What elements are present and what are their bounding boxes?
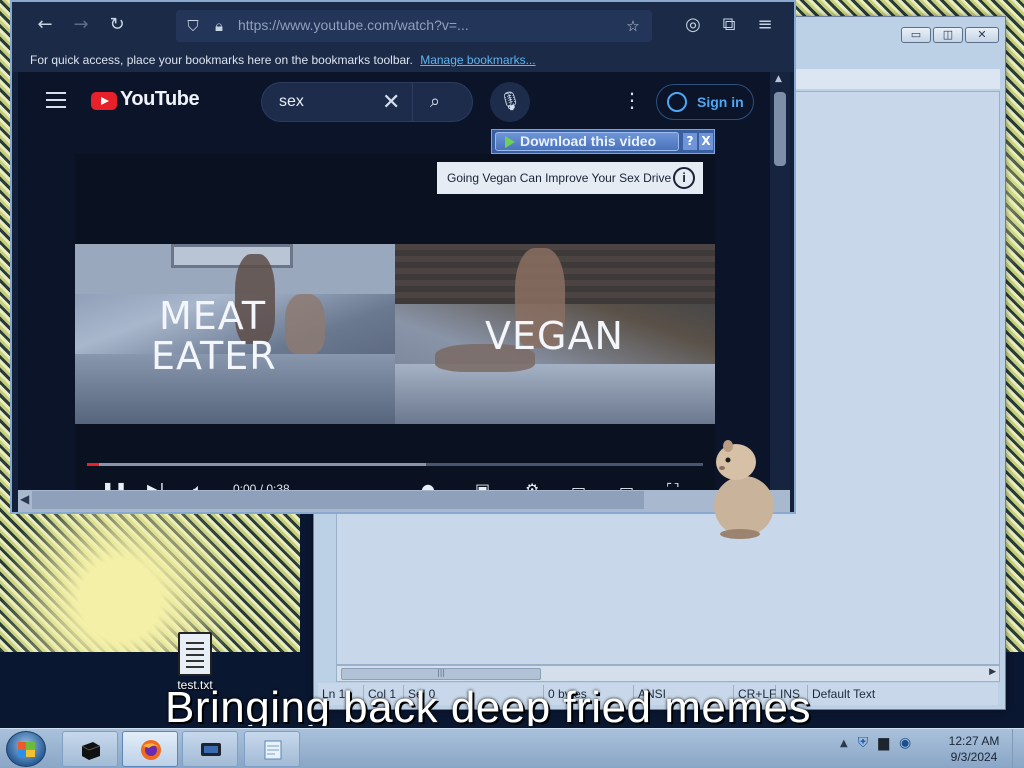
close-button[interactable]: ✕ xyxy=(965,27,999,43)
download-close-button[interactable]: X xyxy=(699,133,713,150)
picture-frame xyxy=(171,244,293,268)
text-file-icon xyxy=(178,632,212,676)
horizontal-scroll-thumb[interactable] xyxy=(32,491,644,509)
firefox-window[interactable]: ← → ↻ ⛉ 🔒︎ https://www.youtube.com/watch… xyxy=(10,0,796,514)
search-divider xyxy=(412,83,413,121)
ad-info-icon[interactable]: i xyxy=(673,167,695,189)
vertical-scroll-thumb[interactable] xyxy=(774,92,786,166)
lock-icon[interactable]: 🔒︎ xyxy=(208,15,230,37)
forward-arrow-icon[interactable]: → xyxy=(70,14,92,36)
youtube-logo-icon[interactable] xyxy=(91,92,117,110)
taskbar-item-notepad[interactable] xyxy=(244,731,300,767)
figure-left-b xyxy=(285,294,325,354)
caption-vegan: VEGAN xyxy=(485,314,624,358)
bed-right xyxy=(395,364,715,424)
system-tray: ▲ ⛨ ▆ ◉ xyxy=(840,735,911,751)
yt-search-input[interactable]: sex xyxy=(279,93,304,111)
taskbar-item-monitor[interactable] xyxy=(182,731,238,767)
status-style: Default Text xyxy=(812,687,876,701)
youtube-page: YouTube sex ✕ ⌕ 🎙︎ ⋮ Sign in Download th… xyxy=(18,72,774,490)
browser-toolbar: ← → ↻ ⛉ 🔒︎ https://www.youtube.com/watch… xyxy=(12,2,794,48)
show-desktop-button[interactable] xyxy=(1012,729,1024,768)
reload-icon[interactable]: ↻ xyxy=(106,14,128,36)
yt-hamburger-menu-icon[interactable] xyxy=(46,92,66,108)
start-button[interactable] xyxy=(6,731,46,767)
scroll-right-arrow-icon[interactable]: ▶ xyxy=(989,667,996,677)
theater-mode-icon[interactable]: ▭ xyxy=(619,480,634,490)
monitor-app-icon xyxy=(201,743,221,756)
notepad-horizontal-scrollbar[interactable]: ||| ▶ xyxy=(336,665,1000,682)
ad-banner[interactable]: Going Vegan Can Improve Your Sex Drive i xyxy=(437,162,703,194)
browser-vertical-scrollbar[interactable]: ▲ xyxy=(770,72,790,490)
clock-date: 9/3/2024 xyxy=(950,750,998,764)
account-icon xyxy=(667,92,687,112)
more-options-icon[interactable]: ⋮ xyxy=(622,88,642,112)
player-controls: ❚❚ ▶| 🔈︎ 0:00 / 0:38 ● ▣ ⚙ ▭ ▭ ⛶ xyxy=(75,474,715,490)
browser-horizontal-scrollbar[interactable]: ◀ xyxy=(18,490,790,512)
video-progress-bar[interactable] xyxy=(87,463,703,466)
extensions-icon[interactable]: ⧉ xyxy=(718,14,740,36)
hamburger-menu-icon[interactable]: ≡ xyxy=(754,14,776,36)
firefox-icon xyxy=(141,740,161,760)
meme-caption: Bringing back deep fried memes xyxy=(165,683,811,726)
miniplayer-icon[interactable]: ▭ xyxy=(571,480,586,490)
settings-gear-icon[interactable]: ⚙ xyxy=(525,480,539,490)
pocket-icon[interactable]: ◎ xyxy=(682,14,704,36)
bookmark-star-icon[interactable]: ☆ xyxy=(622,15,644,37)
sign-in-label: Sign in xyxy=(697,94,744,110)
volume-tray-icon[interactable]: ◉ xyxy=(899,735,911,751)
bookmarks-toolbar: For quick access, place your bookmarks h… xyxy=(12,48,794,72)
black-box-app-icon xyxy=(81,742,101,760)
search-icon[interactable]: ⌕ xyxy=(430,91,440,112)
progress-played xyxy=(87,463,100,466)
back-arrow-icon[interactable]: ← xyxy=(34,14,56,36)
download-video-button[interactable]: Download this video xyxy=(495,132,679,151)
manage-bookmarks-link[interactable]: Manage bookmarks... xyxy=(420,53,535,67)
video-time: 0:00 / 0:38 xyxy=(233,482,290,490)
taskbar: ▲ ⛨ ▆ ◉ 12:27 AM 9/3/2024 xyxy=(0,728,1024,768)
taskbar-item-app[interactable] xyxy=(62,731,118,767)
notepad-app-icon xyxy=(264,740,282,760)
volume-icon[interactable]: 🔈︎ xyxy=(193,480,203,490)
clock-time: 12:27 AM xyxy=(948,734,1000,748)
caption-meat: MEAT xyxy=(159,294,267,338)
minimize-button[interactable]: ▭ xyxy=(901,27,931,43)
yt-search-box[interactable]: sex ✕ ⌕ xyxy=(261,82,473,122)
autoplay-toggle-icon[interactable]: ● xyxy=(421,480,435,490)
youtube-logo-text[interactable]: YouTube xyxy=(120,88,200,111)
tray-expand-icon[interactable]: ▲ xyxy=(840,738,848,749)
network-monitor-icon[interactable]: ▆ xyxy=(878,735,889,751)
caption-eater: EATER xyxy=(151,334,277,378)
download-help-button[interactable]: ? xyxy=(683,133,697,150)
video-player[interactable]: Going Vegan Can Improve Your Sex Drive i… xyxy=(75,154,715,490)
subtitles-icon[interactable]: ▣ xyxy=(475,480,490,490)
taskbar-item-firefox[interactable] xyxy=(122,731,178,767)
microphone-icon[interactable]: 🎙︎ xyxy=(490,82,530,122)
video-frame-left: MEAT EATER xyxy=(75,244,395,424)
clear-search-icon[interactable]: ✕ xyxy=(382,90,400,115)
maximize-button[interactable]: ◫ xyxy=(933,27,963,43)
taskbar-clock[interactable]: 12:27 AM 9/3/2024 xyxy=(934,733,1014,765)
progress-buffered xyxy=(87,463,426,466)
url-bar[interactable]: ⛉ 🔒︎ https://www.youtube.com/watch?v=...… xyxy=(176,10,652,42)
ad-text: Going Vegan Can Improve Your Sex Drive xyxy=(447,171,672,185)
fullscreen-icon[interactable]: ⛶ xyxy=(667,480,678,490)
notepad-scroll-thumb[interactable]: ||| xyxy=(341,668,541,680)
scroll-up-arrow-icon[interactable]: ▲ xyxy=(775,74,782,84)
pause-icon[interactable]: ❚❚ xyxy=(101,480,128,490)
bookmarks-hint: For quick access, place your bookmarks h… xyxy=(30,53,413,67)
url-text[interactable]: https://www.youtube.com/watch?v=... xyxy=(238,17,469,33)
security-shield-icon[interactable]: ⛨ xyxy=(858,735,869,751)
download-video-bar: Download this video ? X xyxy=(491,129,715,154)
video-frame-right: VEGAN xyxy=(395,244,715,424)
window-controls: ▭ ◫ ✕ xyxy=(901,27,999,43)
next-icon[interactable]: ▶| xyxy=(147,480,165,490)
scroll-left-arrow-icon[interactable]: ◀ xyxy=(20,492,29,506)
windows-logo-icon xyxy=(18,742,35,757)
sign-in-button[interactable]: Sign in xyxy=(656,84,754,120)
shield-icon[interactable]: ⛉ xyxy=(182,15,204,37)
hamster-mascot-icon[interactable] xyxy=(702,436,782,540)
